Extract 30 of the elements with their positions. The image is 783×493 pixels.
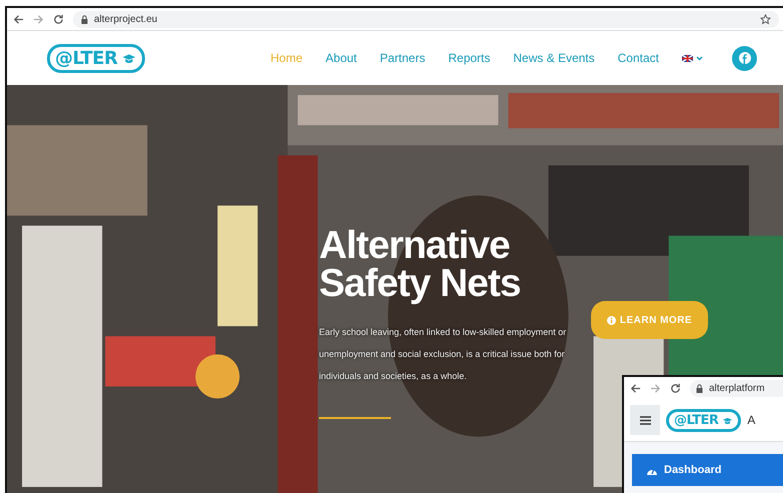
nav-link[interactable]: News & Events — [513, 51, 595, 65]
language-selector[interactable] — [682, 54, 703, 62]
menu-button[interactable] — [630, 405, 660, 435]
facebook-icon — [738, 52, 750, 64]
back-icon[interactable] — [13, 14, 24, 24]
lock-icon — [81, 14, 88, 24]
facebook-button[interactable] — [732, 46, 757, 70]
lock-icon — [696, 384, 703, 392]
star-icon[interactable] — [760, 14, 771, 24]
back-icon[interactable] — [630, 382, 641, 394]
logo[interactable]: @LTER — [666, 408, 742, 432]
header-text: A — [747, 413, 756, 427]
info-icon — [606, 316, 616, 324]
sidebar-item[interactable]: Dashboard — [632, 454, 783, 486]
nav-link[interactable]: Reports — [448, 51, 490, 65]
address-bar[interactable]: alterproject.eu — [73, 10, 779, 28]
chevron-icon — [696, 56, 703, 60]
menu-icon — [640, 416, 650, 424]
learn-more-button[interactable]: LEARN MORE — [591, 301, 708, 339]
nav-link[interactable]: About — [326, 51, 357, 65]
flag-icon — [682, 54, 693, 62]
hero-title: Alternative Safety Nets — [319, 227, 522, 303]
nav-link[interactable]: Partners — [380, 51, 426, 65]
reload-icon[interactable] — [670, 382, 681, 394]
logo[interactable]: @LTER — [47, 44, 146, 72]
hero-text: Early school leaving, often linked to low-skilled employment or unemployment and social exclusion, is a critical issue both for individuals and societies, as a whole. — [319, 326, 568, 383]
address-bar[interactable]: alterplatform — [690, 380, 783, 396]
nav-link[interactable]: Contact — [618, 51, 659, 65]
reload-icon[interactable] — [53, 14, 64, 24]
nav-link[interactable]: Home — [270, 51, 303, 65]
